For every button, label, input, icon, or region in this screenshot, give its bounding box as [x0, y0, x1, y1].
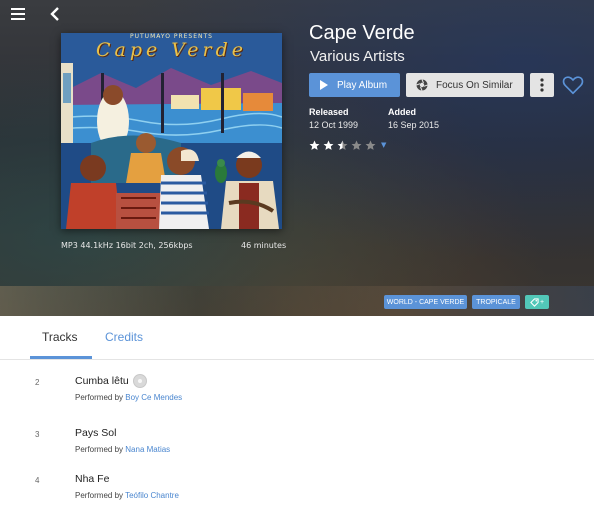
add-tag-button[interactable]: + [525, 295, 549, 309]
aperture-icon [416, 79, 428, 91]
rating-dropdown-icon[interactable]: ▼ [381, 141, 386, 149]
tag-tropicale[interactable]: TROPICALE [472, 295, 520, 309]
track-performer: Performed by Boy Ce Mendes [75, 393, 182, 402]
play-album-button[interactable]: Play Album [309, 73, 400, 97]
track-number: 3 [35, 430, 40, 439]
released-label: Released [309, 107, 349, 117]
tabs-bar: Tracks Credits [0, 316, 594, 360]
performed-by-label: Performed by [75, 393, 124, 402]
track-artist-link[interactable]: Teófilo Chantre [125, 491, 179, 500]
album-artist[interactable]: Various Artists [310, 48, 405, 65]
active-tab-indicator [30, 356, 92, 359]
performed-by-label: Performed by [75, 491, 124, 500]
released-value: 12 Oct 1999 [309, 120, 359, 130]
play-icon [320, 80, 328, 90]
track-title: Nha Fe [75, 473, 110, 485]
track-performer: Performed by Nana Matias [75, 445, 170, 454]
audio-format: MP3 44.1kHz 16bit 2ch, 256kbps [61, 241, 193, 250]
track-title: Pays Sol [75, 427, 117, 439]
star-icon[interactable] [337, 140, 348, 151]
tab-credits[interactable]: Credits [105, 330, 143, 344]
star-icon[interactable] [365, 140, 376, 151]
track-number: 2 [35, 378, 40, 387]
track-row[interactable]: 3 Pays Sol Performed by Nana Matias [0, 427, 594, 476]
more-options-button[interactable] [530, 73, 554, 97]
added-label: Added [388, 107, 416, 117]
track-artist-link[interactable]: Boy Ce Mendes [125, 393, 182, 402]
track-artist-link[interactable]: Nana Matias [125, 445, 170, 454]
star-icon[interactable] [323, 140, 334, 151]
tag-world-cape-verde[interactable]: WORLD - CAPE VERDE [384, 295, 467, 309]
album-cover-art [61, 33, 282, 229]
add-tag-label: + [539, 298, 545, 306]
play-album-label: Play Album [337, 79, 388, 91]
track-row[interactable]: 4 Nha Fe Performed by Teófilo Chantre [0, 473, 594, 522]
track-performer: Performed by Teófilo Chantre [75, 491, 179, 500]
tag-icon [530, 297, 539, 307]
added-value: 16 Sep 2015 [388, 120, 440, 130]
album-duration: 46 minutes [241, 241, 287, 250]
album-header: PUTUMAYO PRESENTS Cape Verde MP3 44.1kHz… [0, 0, 594, 316]
star-icon[interactable] [351, 140, 362, 151]
track-play-indicator[interactable] [133, 374, 147, 388]
vertical-dots-icon [540, 78, 544, 92]
star-rating[interactable]: ▼ [309, 139, 386, 151]
track-number: 4 [35, 476, 40, 485]
track-title: Cumba lêtu [75, 375, 129, 387]
star-icon[interactable] [309, 140, 320, 151]
heart-outline-icon[interactable] [562, 74, 584, 96]
tab-tracks[interactable]: Tracks [42, 330, 78, 344]
cover-heading: Cape Verde [95, 39, 248, 61]
album-cover[interactable]: PUTUMAYO PRESENTS Cape Verde [61, 33, 282, 229]
track-row[interactable]: 2 Cumba lêtu Performed by Boy Ce Mendes [0, 374, 594, 424]
hamburger-menu-icon[interactable] [10, 6, 28, 22]
focus-on-similar-label: Focus On Similar [436, 79, 513, 91]
performed-by-label: Performed by [75, 445, 124, 454]
chevron-left-icon[interactable] [46, 5, 64, 23]
focus-on-similar-button[interactable]: Focus On Similar [406, 73, 524, 97]
album-title: Cape Verde [309, 22, 415, 44]
